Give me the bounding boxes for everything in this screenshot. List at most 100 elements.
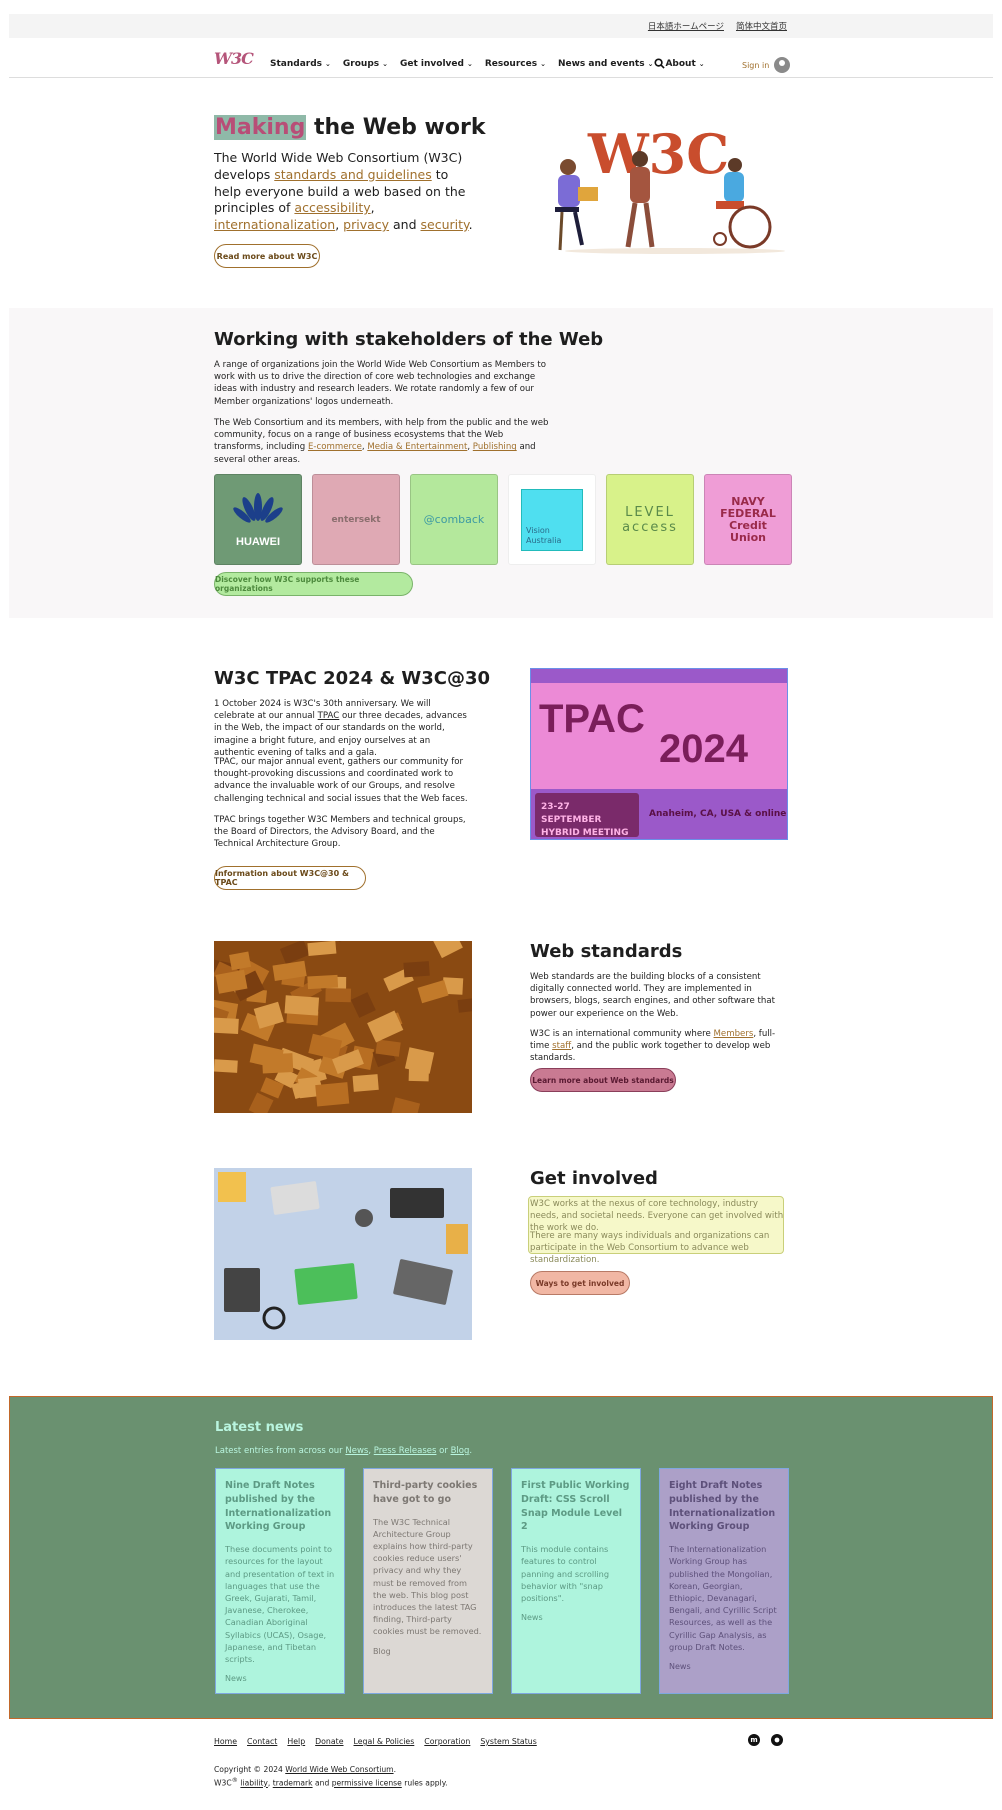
copyright: Copyright © 2024 World Wide Web Consorti… xyxy=(214,1764,448,1789)
news-card-tag: Blog xyxy=(373,1646,391,1656)
accessibility-link[interactable]: accessibility xyxy=(294,200,370,215)
brick xyxy=(325,988,352,1003)
news-card-tag: News xyxy=(521,1613,543,1623)
member-logo-vision-australia[interactable]: Vision Australia xyxy=(508,474,596,565)
footer-link-home[interactable]: Home xyxy=(214,1737,237,1746)
tpac-link[interactable]: TPAC xyxy=(318,711,340,721)
brick xyxy=(214,1017,239,1035)
news-card-body: The Internationalization Working Group h… xyxy=(669,1544,777,1652)
web-standards-paragraph-2: W3C is an international community where … xyxy=(530,1028,790,1065)
hero-title: Making the Web work xyxy=(214,115,485,140)
copyright-text: . xyxy=(393,1765,396,1774)
license-link[interactable]: permissive license xyxy=(332,1779,402,1788)
discover-members-button[interactable]: Discover how W3C supports these organiza… xyxy=(214,572,413,596)
nav-label: Get involved xyxy=(400,59,464,69)
tpac-info-button[interactable]: Information about W3C@30 & TPAC xyxy=(214,866,366,890)
nav-item-standards[interactable]: Standards ⌄ xyxy=(270,59,331,69)
sub-text: Latest entries from across our xyxy=(215,1446,346,1456)
news-card[interactable]: Third-party cookies have got to go The W… xyxy=(363,1468,493,1694)
nav-item-groups[interactable]: Groups ⌄ xyxy=(343,59,388,69)
nav-label: Resources xyxy=(484,59,538,69)
sub-text: or xyxy=(436,1446,451,1456)
brick xyxy=(307,974,339,990)
nav-label: News and events xyxy=(557,59,645,69)
signin-link[interactable]: Sign in xyxy=(742,57,791,73)
latest-news-subtitle: Latest entries from across our News, Pre… xyxy=(215,1446,472,1456)
i18n-link[interactable]: internationalization xyxy=(214,217,335,232)
banner-location: Anaheim, CA, USA & online xyxy=(649,809,787,819)
w3c-sculpture-text: W3C xyxy=(587,122,729,186)
web-standards-paragraph-1: Web standards are the building blocks of… xyxy=(530,972,775,1019)
stakeholders-paragraph-2: The Web Consortium and its members, with… xyxy=(214,417,554,466)
footer-link-system-status[interactable]: System Status xyxy=(480,1737,536,1746)
members-link[interactable]: Members xyxy=(714,1029,754,1039)
chevron-down-icon: ⌄ xyxy=(540,60,546,68)
tpac-banner[interactable]: TPAC 2024 23-27 SEPTEMBER HYBRID MEETING… xyxy=(530,668,788,840)
member-logo-navy-federal[interactable]: NAVY FEDERAL Credit Union xyxy=(704,474,792,565)
mastodon-icon[interactable]: m xyxy=(748,1734,760,1746)
press-releases-link[interactable]: Press Releases xyxy=(374,1446,437,1456)
news-card-title[interactable]: First Public Working Draft: CSS Scroll S… xyxy=(521,1479,631,1534)
nav-label: Standards xyxy=(270,59,323,69)
banner-top-strip xyxy=(531,669,787,683)
w3c-mark: W3C xyxy=(214,1778,232,1788)
news-card[interactable]: Nine Draft Notes published by the Intern… xyxy=(215,1468,345,1694)
liability-link[interactable]: liability xyxy=(240,1779,268,1788)
ways-to-get-involved-button[interactable]: Ways to get involved xyxy=(530,1271,630,1295)
media-link[interactable]: Media & Entertainment xyxy=(367,442,467,452)
news-card[interactable]: Eight Draft Notes published by the Inter… xyxy=(659,1468,789,1694)
ecommerce-link[interactable]: E-commerce xyxy=(308,442,362,452)
nav-item-about[interactable]: About ⌄ xyxy=(665,59,704,69)
w3c-logo[interactable]: W3C xyxy=(214,49,254,71)
standards-link[interactable]: standards and guidelines xyxy=(274,167,431,182)
news-card-title[interactable]: Eight Draft Notes published by the Inter… xyxy=(669,1479,779,1534)
japanese-homepage-link[interactable]: 日本語ホームページ xyxy=(648,20,724,32)
hero-text: and xyxy=(389,217,421,233)
vision-australia-logo-text: Vision Australia xyxy=(526,525,562,545)
news-link[interactable]: News xyxy=(345,1446,368,1456)
security-link[interactable]: security xyxy=(421,217,469,232)
hero-text: . xyxy=(468,217,473,233)
chevron-down-icon: ⌄ xyxy=(466,60,473,68)
news-card[interactable]: First Public Working Draft: CSS Scroll S… xyxy=(511,1468,641,1694)
staff-link[interactable]: staff xyxy=(552,1041,571,1051)
learn-web-standards-button[interactable]: Learn more about Web standards xyxy=(530,1068,676,1092)
navy-federal-logo-text: NAVY FEDERAL Credit Union xyxy=(720,494,776,544)
member-logo-comback[interactable]: @comback xyxy=(410,474,498,565)
hero-illustration: W3C xyxy=(540,115,790,255)
involved-paragraph-2: There are many ways individuals and orga… xyxy=(530,1231,770,1266)
footer-link-donate[interactable]: Donate xyxy=(315,1737,343,1746)
utility-bar: 日本語ホームページ 简体中文首页 xyxy=(9,14,993,38)
trademark-link[interactable]: trademark xyxy=(273,1779,313,1788)
signin-label: Sign in xyxy=(742,60,770,70)
w3c-consortium-link[interactable]: World Wide Web Consortium xyxy=(285,1765,393,1774)
privacy-link[interactable]: privacy xyxy=(343,217,389,232)
hero-title-rest: the Web work xyxy=(306,115,486,140)
news-card-title[interactable]: Nine Draft Notes published by the Intern… xyxy=(225,1479,335,1534)
banner-format: HYBRID MEETING xyxy=(541,828,629,838)
brick xyxy=(408,1064,430,1082)
nav-item-news-events[interactable]: News and events ⌄ xyxy=(558,59,654,69)
member-logo-entersekt[interactable]: entersekt xyxy=(312,474,400,565)
read-more-button[interactable]: Read more about W3C xyxy=(214,244,320,268)
github-icon[interactable] xyxy=(771,1734,783,1746)
nav-item-get-involved[interactable]: Get involved ⌄ xyxy=(400,59,473,69)
copyright-text: Copyright © 2024 xyxy=(214,1765,286,1774)
chevron-down-icon: ⌄ xyxy=(325,60,331,68)
footer-link-corporation[interactable]: Corporation xyxy=(424,1737,470,1746)
nav-item-resources[interactable]: Resources ⌄ xyxy=(485,59,546,69)
footer-link-help[interactable]: Help xyxy=(287,1737,305,1746)
footer-link-legal[interactable]: Legal & Policies xyxy=(354,1737,415,1746)
user-avatar-icon xyxy=(774,57,791,73)
footer-link-contact[interactable]: Contact xyxy=(247,1737,277,1746)
chinese-homepage-link[interactable]: 简体中文首页 xyxy=(736,20,787,32)
blog-link[interactable]: Blog xyxy=(451,1446,470,1456)
search-icon[interactable] xyxy=(654,58,665,72)
para-text: W3C is an international community where xyxy=(530,1029,714,1039)
member-logo-level-access[interactable]: LEVEL access xyxy=(606,474,694,565)
stakeholders-title: Working with stakeholders of the Web xyxy=(214,329,604,350)
publishing-link[interactable]: Publishing xyxy=(473,442,517,452)
news-card-title[interactable]: Third-party cookies have got to go xyxy=(373,1479,483,1507)
member-logo-huawei[interactable]: HUAWEI xyxy=(214,474,302,565)
news-card-body: These documents point to resources for t… xyxy=(225,1544,335,1665)
